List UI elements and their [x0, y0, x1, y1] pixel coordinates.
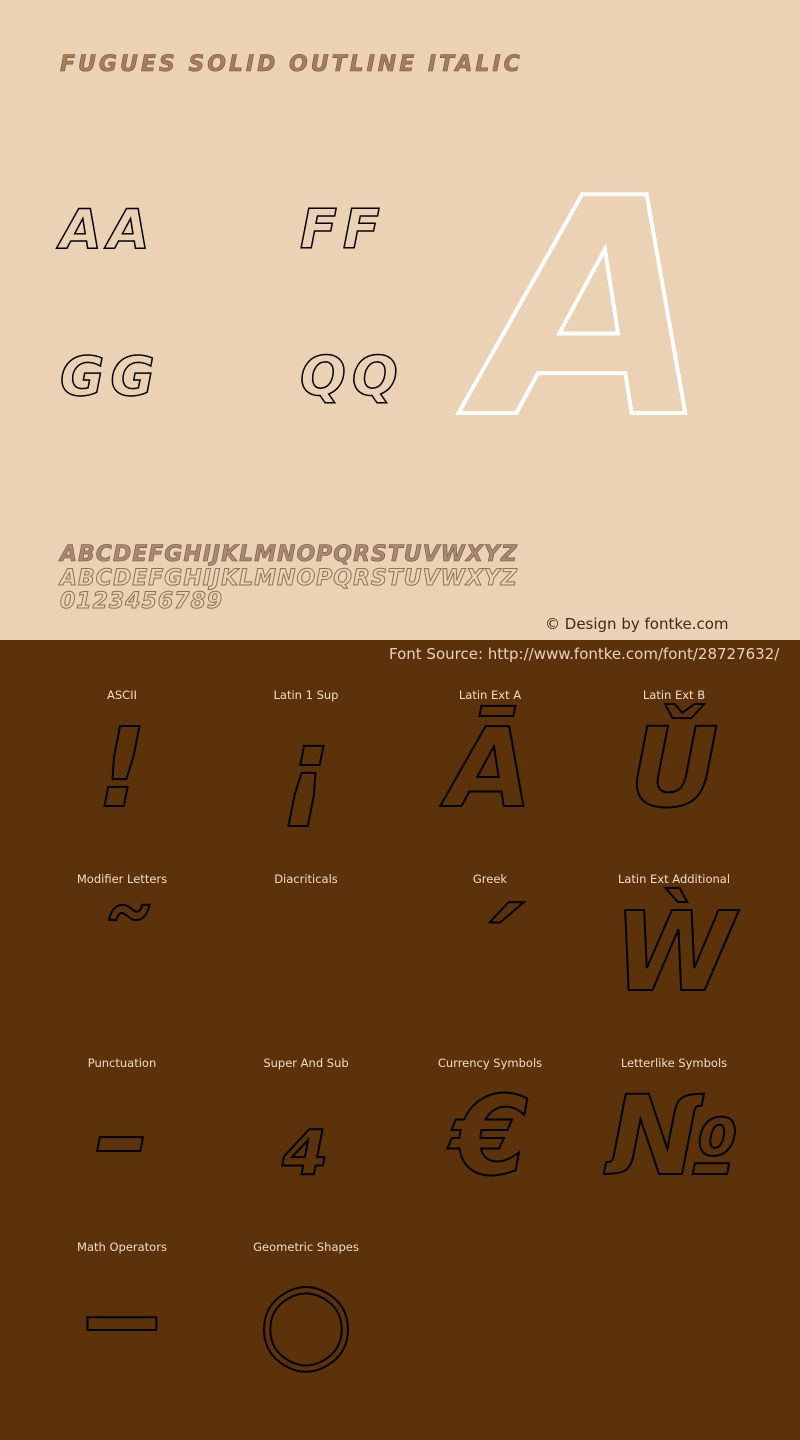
block-glyph: Ẁ	[612, 887, 735, 1017]
alphabet-lower: abcdefghijklmnopqrstuvwxyz	[60, 566, 518, 592]
glyph-block: Latin 1 Sup ¡	[214, 680, 398, 864]
glyph-block: Letterlike Symbols №	[582, 1048, 766, 1232]
font-title: Fugues Solid Outline Italic	[60, 52, 523, 78]
large-glyph: a	[476, 135, 712, 484]
glyph-block: Latin Ext Additional Ẁ	[582, 864, 766, 1048]
specimen-header: Fugues Solid Outline Italic Aa Ff Gg Qq …	[0, 0, 800, 640]
block-label: ASCII	[107, 688, 137, 702]
block-label: Letterlike Symbols	[620, 1056, 728, 1070]
block-glyph: ΄	[465, 887, 516, 1017]
glyph-block: Diacriticals	[214, 864, 398, 1048]
block-glyph: №	[607, 1071, 741, 1201]
glyph-block: Geometric Shapes ○	[214, 1232, 398, 1416]
glyph-block: Latin Ext AĀ	[398, 680, 582, 864]
block-label: Latin 1 Sup	[273, 688, 339, 702]
block-label: Greek	[472, 872, 508, 886]
block-glyph: !	[96, 703, 148, 833]
block-glyph: Ǔ	[628, 703, 719, 833]
block-label: Math Operators	[77, 1240, 167, 1254]
glyph-blocks: Font Source: http://www.fontke.com/font/…	[0, 640, 800, 1440]
sample-pair: Aa	[59, 197, 156, 262]
block-label: Currency Symbols	[437, 1056, 543, 1070]
block-glyph: −	[75, 1255, 169, 1385]
alphabet-upper: ABCDEFGHIJKLMNOPQRSTUVWXYZ	[60, 542, 518, 568]
glyph-block: Currency Symbols €	[398, 1048, 582, 1232]
glyph-block: Modifier Letters ˜	[30, 864, 214, 1048]
block-glyph: €	[451, 1071, 530, 1201]
glyph-block: ASCII!	[30, 680, 214, 864]
block-label: Punctuation	[87, 1056, 157, 1070]
block-glyph: Ā	[446, 703, 533, 833]
sample-pair: Qq	[299, 344, 404, 409]
block-glyph: ˜	[94, 887, 151, 1017]
digits: 0123456789	[59, 589, 224, 615]
block-label: Latin Ext A	[458, 688, 522, 702]
sample-pair: Ff	[299, 197, 386, 262]
block-label: Modifier Letters	[76, 872, 168, 886]
credit-text: © Design by fontke.com	[545, 615, 729, 633]
block-label: Super And Sub	[263, 1056, 349, 1070]
glyph-block: Latin Ext BǓ	[582, 680, 766, 864]
glyph-block: Punctuation –	[30, 1048, 214, 1232]
block-label: Latin Ext Additional	[617, 872, 731, 886]
block-label: Latin Ext B	[642, 688, 706, 702]
glyph-block: Math Operators −	[30, 1232, 214, 1416]
block-glyph: ¡	[280, 703, 332, 833]
block-glyph: ₄	[281, 1071, 331, 1201]
block-glyph: ○	[257, 1255, 355, 1385]
font-source-link[interactable]: Font Source: http://www.fontke.com/font/…	[389, 645, 779, 663]
glyph-block: Greek ΄	[398, 864, 582, 1048]
block-label: Diacriticals	[274, 872, 338, 886]
glyph-block: Super And Sub ₄	[214, 1048, 398, 1232]
block-glyph: –	[94, 1071, 151, 1201]
sample-pair: Gg	[59, 344, 161, 409]
block-label: Geometric Shapes	[253, 1240, 359, 1254]
